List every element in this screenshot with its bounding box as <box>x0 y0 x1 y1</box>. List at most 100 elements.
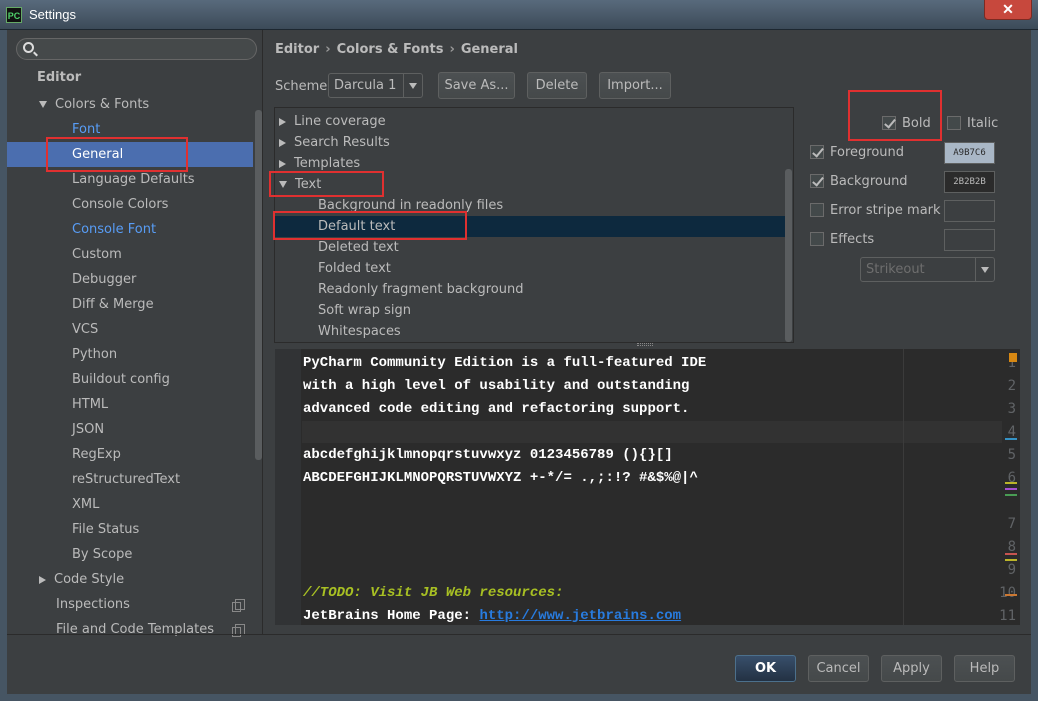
tree-node-label: Templates <box>294 156 361 171</box>
code-line: abcdefghijklmnopqrstuvwxyz 0123456789 ()… <box>303 447 673 463</box>
expand-arrow-icon[interactable] <box>279 181 287 188</box>
import-button[interactable]: Import... <box>599 72 671 99</box>
background-color-swatch[interactable]: 2B2B2B <box>944 171 995 193</box>
sidebar-item-buildout-config[interactable]: Buildout config <box>7 367 253 392</box>
tree-node-templates[interactable]: Templates <box>275 153 792 174</box>
ok-button[interactable]: OK <box>735 655 796 682</box>
tree-node-label: Text <box>295 177 322 192</box>
italic-checkbox[interactable] <box>947 116 961 130</box>
error-stripe-color-swatch[interactable] <box>944 200 995 222</box>
warning-indicator-icon[interactable] <box>1009 353 1017 362</box>
cancel-button[interactable]: Cancel <box>808 655 869 682</box>
effects-checkbox[interactable] <box>810 232 824 246</box>
marker-stripe[interactable] <box>1005 482 1017 484</box>
sidebar-item-vcs[interactable]: VCS <box>7 317 253 342</box>
foreground-checkbox[interactable] <box>810 145 824 159</box>
breadcrumb-part: General <box>460 42 519 57</box>
sidebar-item-json[interactable]: JSON <box>7 417 253 442</box>
save-as-button[interactable]: Save As... <box>438 72 515 99</box>
error-stripe-markers <box>1005 351 1017 623</box>
marker-stripe[interactable] <box>1005 438 1017 440</box>
sidebar-item-label: RegExp <box>72 447 121 462</box>
expand-arrow-icon[interactable] <box>279 159 286 168</box>
attributes-scrollbar[interactable] <box>785 169 792 342</box>
marker-stripe[interactable] <box>1005 488 1017 490</box>
sidebar-item-console-font[interactable]: Console Font <box>7 217 253 242</box>
splitter-handle[interactable] <box>637 343 653 346</box>
marker-stripe[interactable] <box>1005 553 1017 555</box>
sidebar-item-label: Editor <box>37 70 82 85</box>
sidebar-item-language-defaults[interactable]: Language Defaults <box>7 167 253 192</box>
sidebar-item-file-status[interactable]: File Status <box>7 517 253 542</box>
line-number-gutter <box>275 349 301 625</box>
sidebar-item-editor[interactable]: Editor <box>7 65 253 90</box>
bold-checkbox[interactable] <box>882 116 896 130</box>
sidebar-item-restructuredtext[interactable]: reStructuredText <box>7 467 253 492</box>
expand-arrow-icon[interactable] <box>279 117 286 126</box>
tree-node-whitespaces[interactable]: Whitespaces <box>275 321 792 342</box>
code-line: JetBrains Home Page: http://www.jetbrain… <box>303 608 681 624</box>
tree-node-readonly-fragment[interactable]: Readonly fragment background <box>275 279 792 300</box>
marker-stripe[interactable] <box>1005 494 1017 496</box>
tree-node-deleted-text[interactable]: Deleted text <box>275 237 792 258</box>
sidebar-item-colors-fonts[interactable]: Colors & Fonts <box>7 92 253 117</box>
tree-node-folded-text[interactable]: Folded text <box>275 258 792 279</box>
apply-button[interactable]: Apply <box>881 655 942 682</box>
marker-stripe[interactable] <box>1005 594 1017 596</box>
effects-style-select[interactable]: Strikeout <box>860 257 995 282</box>
search-input[interactable] <box>16 38 257 60</box>
sidebar-item-label: JSON <box>72 422 105 437</box>
scheme-label: Scheme: <box>275 79 332 94</box>
close-window-button[interactable]: ✕ <box>984 0 1032 20</box>
sidebar-item-by-scope[interactable]: By Scope <box>7 542 253 567</box>
help-button[interactable]: Help <box>954 655 1015 682</box>
url-link[interactable]: http://www.jetbrains.com <box>479 608 681 624</box>
sidebar-item-debugger[interactable]: Debugger <box>7 267 253 292</box>
expand-arrow-icon[interactable] <box>39 101 47 108</box>
sidebar-item-label: By Scope <box>72 547 133 562</box>
background-checkbox[interactable] <box>810 174 824 188</box>
expand-arrow-icon[interactable] <box>279 138 286 147</box>
delete-button[interactable]: Delete <box>527 72 587 99</box>
sidebar-item-code-style[interactable]: Code Style <box>7 567 253 592</box>
tree-node-default-text[interactable]: Default text <box>275 216 792 237</box>
tree-node-text[interactable]: Text <box>275 174 792 195</box>
chevron-down-icon <box>403 74 422 97</box>
preview-editor[interactable]: 1 2 3 4 5 6 7 8 9 10 11 12 PyCharm Commu… <box>275 349 1020 625</box>
sidebar-item-font[interactable]: Font <box>7 117 253 142</box>
effects-color-swatch[interactable] <box>944 229 995 251</box>
tree-node-label: Line coverage <box>294 114 386 129</box>
foreground-color-swatch[interactable]: A9B7C6 <box>944 142 995 164</box>
tree-node-soft-wrap-sign[interactable]: Soft wrap sign <box>275 300 792 321</box>
breadcrumb-part: Colors & Fonts <box>336 42 444 57</box>
sidebar-item-inspections[interactable]: Inspections <box>7 592 253 617</box>
sidebar-item-html[interactable]: HTML <box>7 392 253 417</box>
breadcrumb-part: Editor <box>275 42 320 57</box>
bold-label: Bold <box>902 116 931 131</box>
expand-arrow-icon[interactable] <box>39 575 46 584</box>
sidebar-item-label: File Status <box>72 522 140 537</box>
effects-label: Effects <box>830 232 875 247</box>
code-text: JetBrains Home Page: <box>303 608 480 624</box>
title-bar: PC Settings ✕ <box>0 0 1038 30</box>
marker-stripe[interactable] <box>1005 559 1017 561</box>
sidebar-item-diff-merge[interactable]: Diff & Merge <box>7 292 253 317</box>
tree-node-search-results[interactable]: Search Results <box>275 132 792 153</box>
sidebar-item-python[interactable]: Python <box>7 342 253 367</box>
sidebar-item-custom[interactable]: Custom <box>7 242 253 267</box>
sidebar-item-general[interactable]: General <box>7 142 253 167</box>
sidebar-item-file-code-templates[interactable]: File and Code Templates <box>7 617 253 642</box>
sidebar-scrollbar[interactable] <box>255 110 262 460</box>
sidebar-item-label: Python <box>72 347 118 362</box>
sidebar-item-console-colors[interactable]: Console Colors <box>7 192 253 217</box>
sidebar-item-label: HTML <box>72 397 109 412</box>
error-stripe-checkbox[interactable] <box>810 203 824 217</box>
sidebar-item-regexp[interactable]: RegExp <box>7 442 253 467</box>
breadcrumb: Editor › Colors & Fonts › General <box>275 42 518 57</box>
tree-node-background-readonly[interactable]: Background in readonly files <box>275 195 792 216</box>
sidebar-item-label: Language Defaults <box>72 172 195 187</box>
scheme-select[interactable]: Darcula 1 <box>328 73 423 98</box>
tree-node-line-coverage[interactable]: Line coverage <box>275 111 792 132</box>
sidebar-item-xml[interactable]: XML <box>7 492 253 517</box>
window-title: Settings <box>29 7 76 22</box>
